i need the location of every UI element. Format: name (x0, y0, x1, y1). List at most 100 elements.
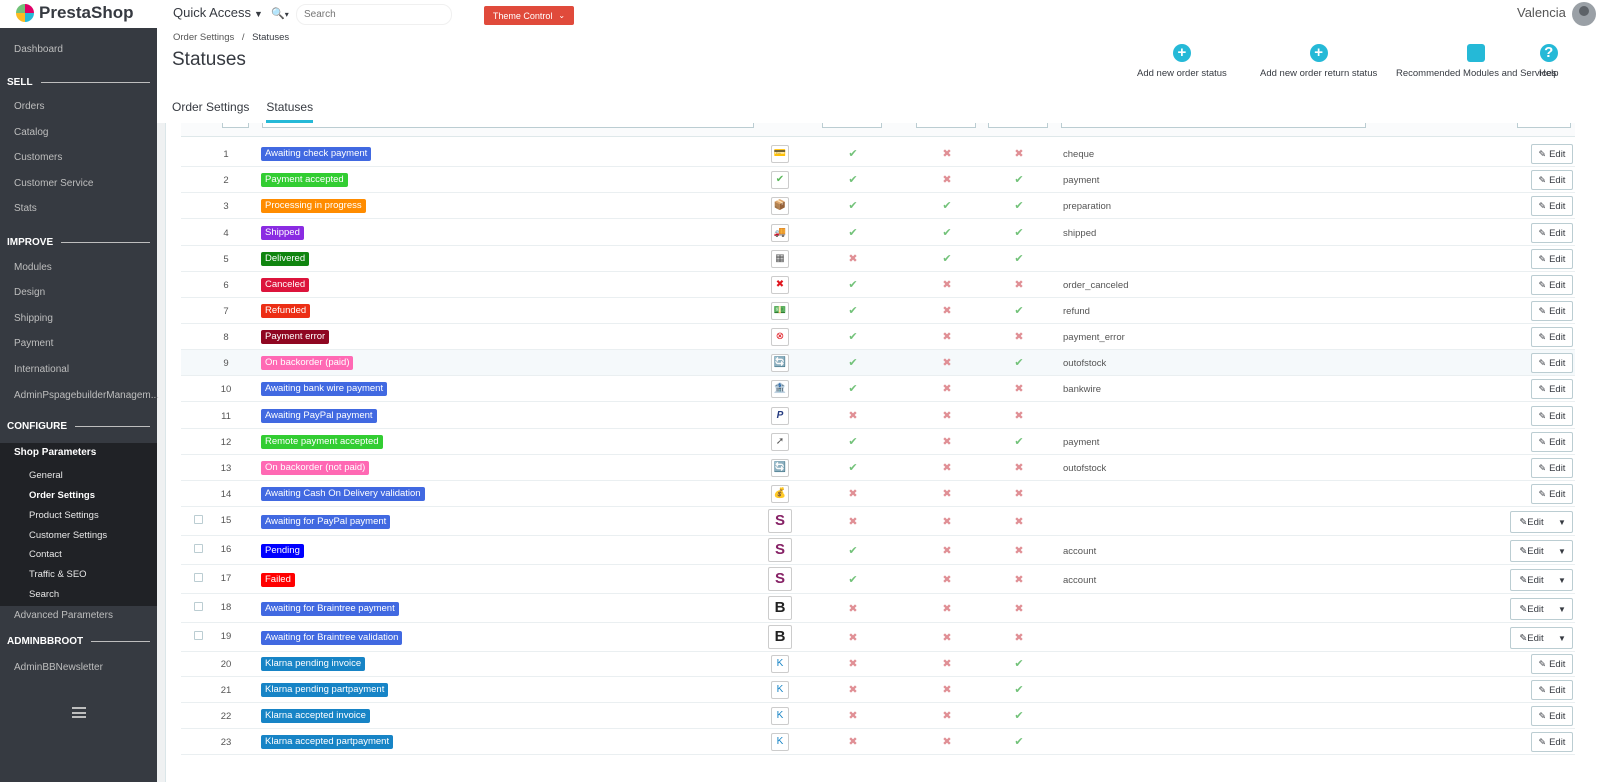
sidebar-subitem-general[interactable]: General (29, 470, 63, 481)
sidebar-item-stats[interactable]: Stats (14, 203, 37, 214)
sidebar-item-dashboard[interactable]: Dashboard (14, 44, 63, 55)
caret-down-icon[interactable]: ▼ (1552, 576, 1572, 585)
sidebar-active-group (0, 443, 157, 606)
avatar[interactable] (1572, 2, 1596, 26)
check-icon: ✔ (848, 545, 858, 557)
search-options-button[interactable]: 🔍▾ (271, 7, 289, 20)
caret-down-icon[interactable]: ▼ (1552, 547, 1572, 556)
edit-button[interactable]: ✎ Edit (1531, 249, 1573, 269)
cross-icon: ✖ (848, 736, 858, 748)
sidebar-subitem-traffic-seo[interactable]: Traffic & SEO (29, 569, 87, 580)
sidebar-subitem-search[interactable]: Search (29, 589, 59, 600)
edit-button[interactable]: ✎ Edit (1531, 144, 1573, 164)
sidebar-item-adminbbnewsletter[interactable]: AdminBBNewsletter (14, 662, 103, 673)
tab-statuses[interactable]: Statuses (266, 100, 314, 123)
sidebar-subitem-product-settings[interactable]: Product Settings (29, 510, 99, 521)
add-return-status-button[interactable]: + Add new order return status (1260, 44, 1377, 79)
sidebar-item-international[interactable]: International (14, 364, 69, 375)
sidebar-subitem-order-settings[interactable]: Order Settings (29, 490, 95, 501)
edit-button[interactable]: ✎ Edit (1511, 541, 1552, 561)
status-badge: Shipped (261, 226, 304, 240)
prestashop-logo[interactable]: PrestaShop (16, 3, 133, 23)
help-button[interactable]: ? Help (1539, 44, 1559, 79)
pencil-icon: ✎ (1538, 410, 1547, 421)
cross-icon: ✖ (771, 276, 789, 294)
sidebar-item-catalog[interactable]: Catalog (14, 127, 48, 138)
row-template: shipped (1063, 228, 1097, 239)
cross-icon: ✖ (848, 603, 858, 615)
edit-button[interactable]: ✎ Edit (1531, 327, 1573, 347)
cross-icon: ✖ (942, 410, 952, 422)
edit-label: Edit (1549, 488, 1566, 500)
sidebar-section-configure: CONFIGURE (7, 421, 150, 432)
sidebar-item-customer-service[interactable]: Customer Service (14, 178, 93, 189)
sidebar-item-orders[interactable]: Orders (14, 101, 45, 112)
check-icon: ✔ (942, 200, 952, 212)
row-id: 15 (220, 515, 232, 526)
edit-button[interactable]: ✎ Edit (1531, 432, 1573, 452)
sidebar-item-modules[interactable]: Modules (14, 262, 52, 273)
edit-button[interactable]: ✎ Edit (1531, 732, 1573, 752)
status-badge: Klarna accepted partpayment (261, 735, 394, 749)
user-name[interactable]: Valencia (1517, 5, 1566, 20)
row-template: payment (1063, 175, 1100, 186)
quick-access-dropdown[interactable]: Quick Access ▼ (173, 5, 263, 20)
remote-icon: ➚ (771, 433, 789, 451)
row-template: refund (1063, 306, 1090, 317)
check-icon: ✔ (1014, 710, 1024, 722)
sidebar-subitem-contact[interactable]: Contact (29, 549, 62, 560)
check-icon: ✔ (848, 148, 858, 160)
edit-button[interactable]: ✎ Edit (1511, 512, 1552, 532)
sidebar-item-shop-parameters[interactable]: Shop Parameters (14, 447, 96, 458)
sidebar-item-pagebuilder[interactable]: AdminPspagebuilderManagem... (14, 390, 159, 401)
edit-button[interactable]: ✎ Edit (1531, 406, 1573, 426)
edit-button[interactable]: ✎ Edit (1531, 680, 1573, 700)
sidebar-subitem-customer-settings[interactable]: Customer Settings (29, 530, 107, 541)
table-row: 15 Awaiting for PayPal payment S ✖ ✖ ✖ ✎ Edit ▼ (181, 507, 1575, 536)
row-checkbox[interactable] (194, 573, 203, 582)
backorder-icon: 🔄 (771, 354, 789, 372)
edit-label: Edit (1549, 710, 1566, 722)
row-checkbox[interactable] (194, 602, 203, 611)
edit-button[interactable]: ✎ Edit (1531, 706, 1573, 726)
caret-down-icon[interactable]: ▼ (1552, 634, 1572, 643)
edit-button[interactable]: ✎ Edit (1531, 353, 1573, 373)
caret-down-icon[interactable]: ▼ (1552, 605, 1572, 614)
edit-button[interactable]: ✎ Edit (1531, 458, 1573, 478)
edit-button[interactable]: ✎ Edit (1531, 654, 1573, 674)
cross-icon: ✖ (942, 736, 952, 748)
edit-button[interactable]: ✎ Edit (1531, 301, 1573, 321)
recommended-modules-button[interactable]: Recommended Modules and Services (1396, 44, 1557, 79)
search-input[interactable] (296, 4, 452, 25)
sidebar-item-advanced-parameters[interactable]: Advanced Parameters (14, 610, 113, 621)
edit-button[interactable]: ✎ Edit (1531, 379, 1573, 399)
cross-icon: ✖ (1014, 383, 1024, 395)
caret-down-icon[interactable]: ▼ (1552, 518, 1572, 527)
sidebar-item-payment[interactable]: Payment (14, 338, 53, 349)
edit-button[interactable]: ✎ Edit (1531, 223, 1573, 243)
check-icon: ✔ (1014, 736, 1024, 748)
row-checkbox[interactable] (194, 515, 203, 524)
edit-button[interactable]: ✎ Edit (1511, 599, 1552, 619)
row-checkbox[interactable] (194, 544, 203, 553)
puzzle-icon (1467, 44, 1486, 62)
edit-button[interactable]: ✎ Edit (1511, 570, 1552, 590)
status-badge: Klarna accepted invoice (261, 709, 370, 723)
edit-button[interactable]: ✎ Edit (1531, 170, 1573, 190)
sidebar-item-design[interactable]: Design (14, 287, 45, 298)
add-order-status-button[interactable]: + Add new order status (1137, 44, 1227, 79)
edit-button[interactable]: ✎ Edit (1531, 275, 1573, 295)
sidebar-item-customers[interactable]: Customers (14, 152, 62, 163)
row-id: 17 (220, 573, 232, 584)
row-checkbox[interactable] (194, 631, 203, 640)
menu-collapse-icon[interactable] (72, 707, 86, 718)
cross-icon: ✖ (942, 545, 952, 557)
breadcrumb-order-settings[interactable]: Order Settings (173, 32, 234, 43)
edit-button[interactable]: ✎ Edit (1511, 628, 1552, 648)
sidebar-item-shipping[interactable]: Shipping (14, 313, 53, 324)
edit-button[interactable]: ✎ Edit (1531, 484, 1573, 504)
edit-button[interactable]: ✎ Edit (1531, 196, 1573, 216)
theme-control-button[interactable]: Theme Control ⌄ (484, 6, 574, 25)
row-id: 7 (223, 306, 229, 317)
tab-order-settings[interactable]: Order Settings (172, 100, 249, 123)
